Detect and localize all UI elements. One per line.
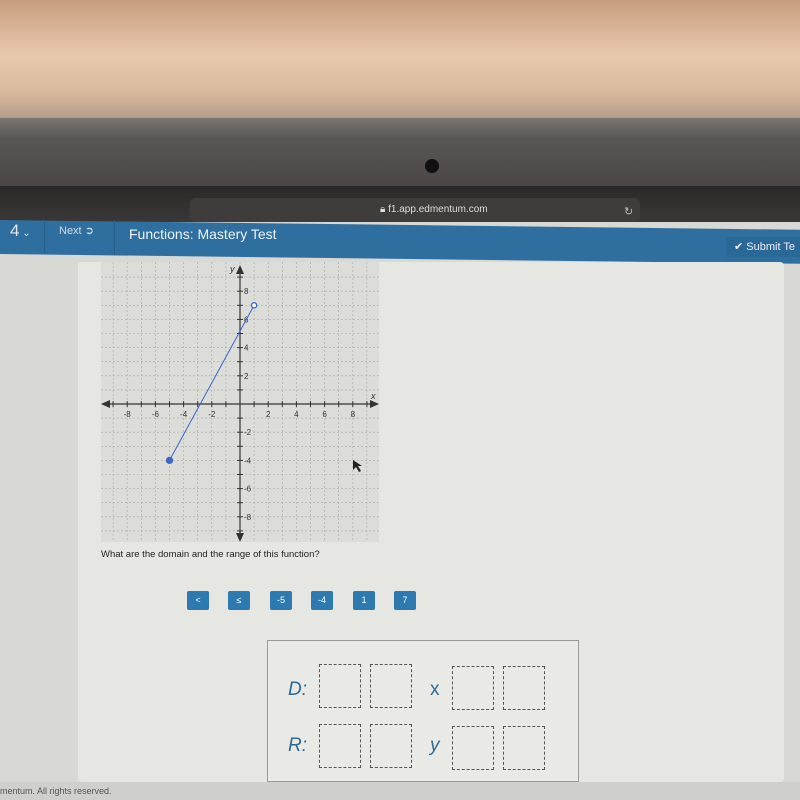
range-drop-3[interactable]	[452, 726, 494, 770]
x-tick-label: -8	[124, 410, 132, 419]
divider	[114, 220, 115, 254]
tile-1[interactable]: 1	[353, 591, 375, 610]
question-selector[interactable]: 4 ⌄	[10, 221, 31, 241]
y-variable: y	[430, 735, 440, 756]
footer: mentum. All rights reserved.	[0, 782, 800, 800]
chevron-down-icon: ⌄	[19, 228, 31, 239]
range-drop-1[interactable]	[319, 724, 361, 768]
tile-less-than[interactable]: <	[187, 591, 209, 610]
x-tick-label: -4	[180, 410, 188, 419]
x-axis-label: x	[370, 391, 376, 401]
y-tick-label: -8	[244, 513, 252, 522]
url-text[interactable]: 🔒︎ f1.app.edmentum.com	[380, 204, 488, 215]
lock-icon: 🔒︎	[380, 204, 386, 215]
domain-drop-1[interactable]	[319, 664, 361, 708]
check-circle-icon: ✔	[734, 241, 744, 253]
tile-7[interactable]: 7	[394, 591, 416, 610]
function-graph: -8-6-4-224688642-2-4-6-8xy	[101, 262, 379, 542]
open-endpoint	[250, 302, 258, 309]
top-nav-bar	[0, 220, 800, 264]
arrow-right-circle-icon: ➲	[84, 225, 94, 237]
next-button[interactable]: Next ➲	[59, 224, 94, 237]
question-text: What are the domain and the range of thi…	[101, 549, 320, 560]
domain-drop-3[interactable]	[452, 666, 494, 710]
y-tick-label: -2	[244, 428, 252, 437]
y-tick-label: 8	[244, 287, 249, 296]
x-tick-label: -2	[208, 410, 216, 419]
range-label: R:	[288, 735, 307, 756]
domain-drop-2[interactable]	[370, 664, 412, 708]
answer-area: D: x R: y	[267, 640, 579, 782]
divider	[44, 220, 45, 252]
tile-less-equal[interactable]: ≤	[228, 591, 250, 610]
y-tick-label: -4	[244, 456, 252, 465]
tile-neg4[interactable]: -4	[311, 591, 333, 610]
y-axis-label: y	[229, 264, 235, 274]
closed-endpoint	[165, 456, 174, 465]
page-title: Functions: Mastery Test	[129, 226, 277, 242]
laptop-bezel	[0, 118, 800, 188]
webcam	[425, 159, 439, 173]
x-variable: x	[430, 679, 440, 700]
x-tick-label: 2	[266, 410, 271, 419]
range-drop-4[interactable]	[503, 726, 545, 770]
y-tick-label: 4	[244, 344, 249, 353]
y-tick-label: 2	[244, 372, 249, 381]
x-tick-label: -6	[152, 410, 160, 419]
submit-test-button[interactable]: ✔ Submit Te	[726, 237, 800, 257]
tile-neg5[interactable]: -5	[270, 591, 292, 610]
x-tick-label: 6	[322, 410, 327, 419]
y-tick-label: -6	[244, 485, 252, 494]
photo-background	[0, 0, 800, 125]
reload-icon[interactable]: ↻	[624, 205, 633, 218]
x-tick-label: 8	[351, 410, 356, 419]
x-tick-label: 4	[294, 410, 299, 419]
range-drop-2[interactable]	[370, 724, 412, 768]
domain-label: D:	[288, 679, 307, 700]
domain-drop-4[interactable]	[503, 666, 545, 710]
